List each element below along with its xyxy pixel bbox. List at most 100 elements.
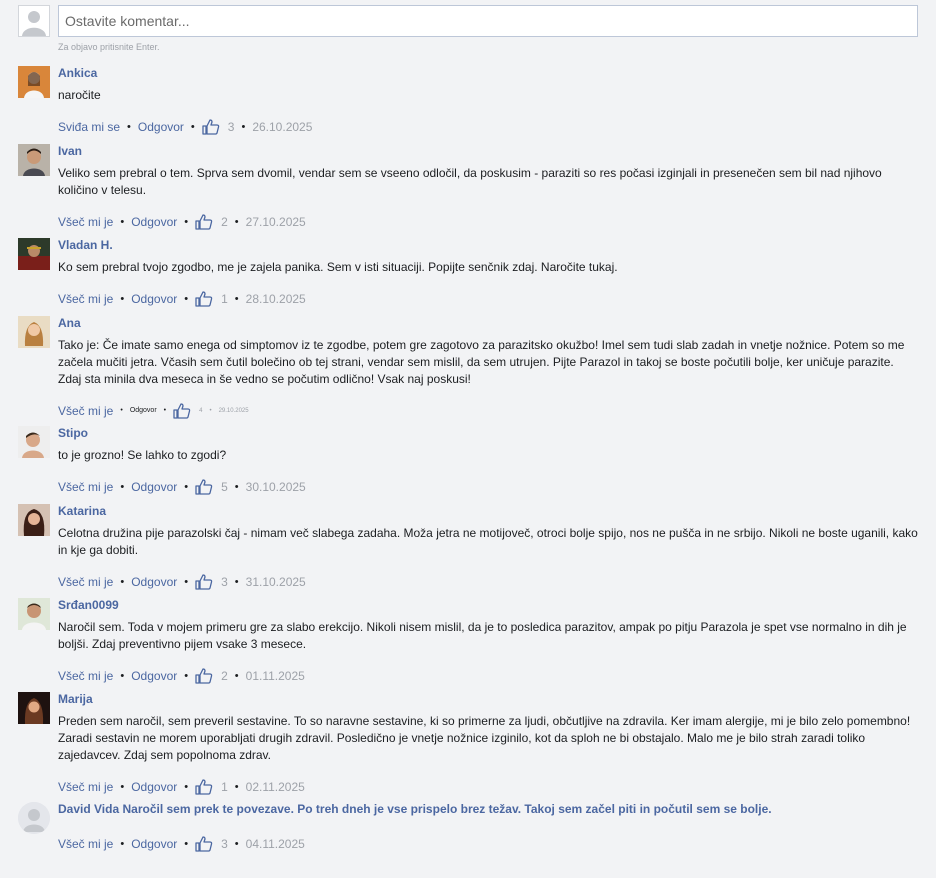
thumbs-up-icon[interactable] [195, 214, 213, 230]
commenter-name[interactable]: Srđan0099 [58, 598, 918, 612]
separator: • [234, 576, 239, 588]
like-button[interactable]: Všeč mi je [58, 214, 113, 230]
comment-date: 30.10.2025 [245, 480, 306, 494]
comment-header: David Vida Naročil sem prek te povezave.… [58, 802, 918, 816]
comment-date: 02.11.2025 [245, 780, 305, 794]
like-button[interactable]: Všeč mi je [58, 668, 113, 684]
comment-date: 28.10.2025 [245, 292, 306, 306]
comment-date: 29.10.2025 [218, 408, 249, 414]
separator: • [209, 408, 212, 414]
comment-actions: Všeč mi je • Odgovor • 1 • 02.11.2025 [58, 779, 918, 795]
separator: • [120, 293, 125, 305]
commenter-name[interactable]: Stipo [58, 426, 918, 440]
commenter-name[interactable]: Ankica [58, 66, 918, 80]
separator: • [234, 216, 239, 228]
man-photo-icon [18, 598, 50, 630]
woman-photo-icon [18, 504, 50, 536]
comment-text: to je grozno! Se lahko to zgodi? [58, 448, 227, 462]
like-button[interactable]: Všeč mi je [58, 836, 113, 852]
man-photo-icon [18, 426, 50, 458]
comment-composer: Za objavo pritisnite Enter. [18, 4, 918, 54]
reply-button[interactable]: Odgovor [131, 214, 177, 230]
default-user-icon [18, 5, 50, 37]
comment-text: Ko sem prebral tvojo zgodbo, me je zajel… [58, 260, 618, 274]
comment-actions: Všeč mi je • Odgovor • 3 • 31.10.2025 [58, 574, 918, 590]
separator: • [241, 121, 246, 133]
comment-actions: Všeč mi je • Odgovor • 1 • 28.10.2025 [58, 291, 918, 307]
comment-actions: Všeč mi je • Odgovor • 3 • 04.11.2025 [58, 836, 918, 852]
thumbs-up-icon[interactable] [195, 291, 213, 307]
like-count: 3 [221, 575, 228, 589]
woman-photo-icon [18, 692, 50, 724]
reply-button[interactable]: Odgovor [138, 119, 184, 135]
thumbs-up-icon[interactable] [195, 479, 213, 495]
separator: • [120, 576, 125, 588]
separator: • [234, 293, 239, 305]
thumbs-up-icon[interactable] [195, 668, 213, 684]
comment-text: Naročil sem. Toda v mojem primeru gre za… [58, 620, 907, 651]
reply-button[interactable]: Odgovor [130, 403, 157, 419]
separator: • [127, 121, 131, 133]
comment-date: 26.10.2025 [252, 120, 313, 134]
thumbs-up-icon[interactable] [173, 403, 191, 419]
comment-text: naročite [58, 88, 101, 102]
comment-date: 27.10.2025 [245, 215, 306, 229]
woman-photo-icon [18, 66, 50, 98]
like-button[interactable]: Všeč mi je [58, 479, 113, 495]
comment-date: 31.10.2025 [245, 575, 306, 589]
like-button[interactable]: Všeč mi je [58, 574, 113, 590]
separator: • [120, 670, 125, 682]
separator: • [120, 838, 125, 850]
man-photo-icon [18, 144, 50, 176]
comment-text: Preden sem naročil, sem preveril sestavi… [58, 714, 911, 762]
comment-date: 01.11.2025 [245, 669, 305, 683]
reply-button[interactable]: Odgovor [131, 291, 177, 307]
reply-button[interactable]: Odgovor [131, 668, 177, 684]
reply-button[interactable]: Odgovor [131, 779, 177, 795]
commenter-name[interactable]: Vladan H. [58, 238, 918, 252]
reply-button[interactable]: Odgovor [131, 574, 177, 590]
commenter-name[interactable]: Ivan [58, 144, 918, 158]
like-count: 3 [221, 837, 228, 851]
like-button[interactable]: Všeč mi je [58, 779, 113, 795]
commenter-name[interactable]: Marija [58, 692, 918, 706]
thumbs-up-icon[interactable] [202, 119, 220, 135]
comment-text: Veliko sem prebral o tem. Sprva sem dvom… [58, 166, 882, 197]
separator: • [184, 216, 189, 228]
like-count: 1 [221, 292, 228, 306]
comment-text: Naročil sem prek te povezave. Po treh dn… [122, 802, 772, 816]
like-count: 4 [199, 408, 203, 414]
like-button[interactable]: Sviđa mi se [58, 119, 120, 135]
reply-button[interactable]: Odgovor [131, 479, 177, 495]
comment-actions: Sviđa mi se • Odgovor • 3 • 26.10.2025 [58, 119, 918, 135]
like-button[interactable]: Všeč mi je [58, 403, 113, 419]
comment-input[interactable] [58, 5, 918, 37]
comment-actions: Všeč mi je • Odgovor • 5 • 30.10.2025 [58, 479, 918, 495]
woman-photo-icon [18, 316, 50, 348]
commenter-name[interactable]: Katarina [58, 504, 918, 518]
thumbs-up-icon[interactable] [195, 779, 213, 795]
separator: • [120, 481, 125, 493]
separator: • [190, 121, 195, 133]
commenter-name[interactable]: Ana [58, 316, 918, 330]
separator: • [234, 481, 239, 493]
separator: • [184, 781, 189, 793]
like-count: 2 [221, 215, 228, 229]
comment-actions: Všeč mi je • Odgovor • 2 • 27.10.2025 [58, 214, 918, 230]
comment-actions: Všeč mi je • Odgovor • 4 • 29.10.2025 [58, 403, 918, 419]
thumbs-up-icon[interactable] [195, 574, 213, 590]
enter-hint: Za objavo pritisnite Enter. [58, 42, 160, 52]
separator: • [184, 293, 189, 305]
like-count: 5 [221, 480, 228, 494]
like-count: 1 [221, 780, 228, 794]
separator: • [184, 670, 189, 682]
separator: • [184, 481, 189, 493]
separator: • [234, 670, 239, 682]
commenter-name[interactable]: David Vida [58, 802, 119, 816]
separator: • [234, 781, 239, 793]
comment-text: Tako je: Če imate samo enega od simptomo… [58, 338, 905, 386]
reply-button[interactable]: Odgovor [131, 836, 177, 852]
thumbs-up-icon[interactable] [195, 836, 213, 852]
like-button[interactable]: Všeč mi je [58, 291, 113, 307]
separator: • [184, 838, 189, 850]
